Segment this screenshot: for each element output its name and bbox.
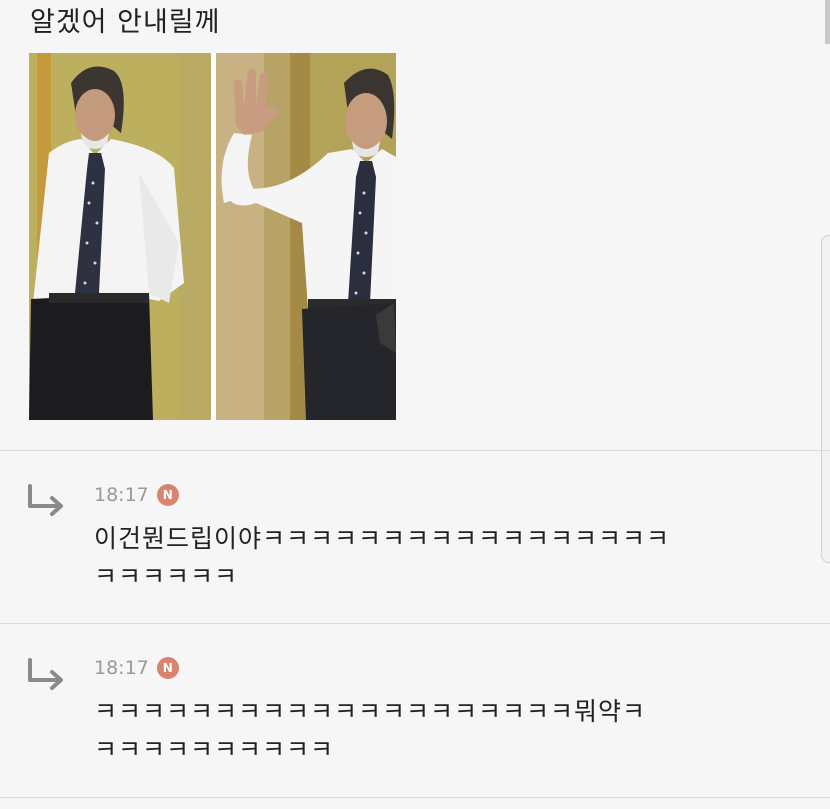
comment-text[interactable]: 이건뭔드립이야ㅋㅋㅋㅋㅋㅋㅋㅋㅋㅋㅋㅋㅋㅋㅋㅋㅋ ㅋㅋㅋㅋㅋㅋ: [94, 520, 794, 596]
comment-time: 18:17: [94, 484, 149, 506]
divider: [0, 797, 830, 798]
reply-arrow-icon: [28, 484, 63, 516]
attached-photo[interactable]: [29, 53, 396, 420]
comment-time: 18:17: [94, 657, 149, 679]
divider: [0, 450, 830, 451]
comment-line: ㅋㅋㅋㅋㅋㅋ: [94, 562, 239, 591]
divider: [0, 623, 830, 624]
photo-panel-left: [29, 53, 211, 420]
comment-text[interactable]: ㅋㅋㅋㅋㅋㅋㅋㅋㅋㅋㅋㅋㅋㅋㅋㅋㅋㅋㅋㅋ뭐약ㅋ ㅋㅋㅋㅋㅋㅋㅋㅋㅋㅋ: [94, 693, 794, 769]
photo-panel-right: [216, 53, 396, 420]
post-text: 알겠어 안내릴께: [30, 7, 221, 38]
comment-meta: 18:17 N: [94, 484, 179, 506]
scroll-indicator[interactable]: [825, 0, 830, 44]
comment-line: ㅋㅋㅋㅋㅋㅋㅋㅋㅋㅋ: [94, 735, 335, 764]
comment-meta: 18:17 N: [94, 657, 179, 679]
new-badge-icon: N: [156, 657, 179, 679]
new-badge-icon: N: [156, 484, 179, 506]
comment-line: ㅋㅋㅋㅋㅋㅋㅋㅋㅋㅋㅋㅋㅋㅋㅋㅋㅋㅋㅋㅋ뭐약ㅋ: [94, 697, 647, 726]
comment-line: 이건뭔드립이야ㅋㅋㅋㅋㅋㅋㅋㅋㅋㅋㅋㅋㅋㅋㅋㅋㅋ: [94, 524, 671, 553]
edge-panel-handle[interactable]: [821, 235, 830, 563]
reply-arrow-icon: [28, 658, 63, 690]
